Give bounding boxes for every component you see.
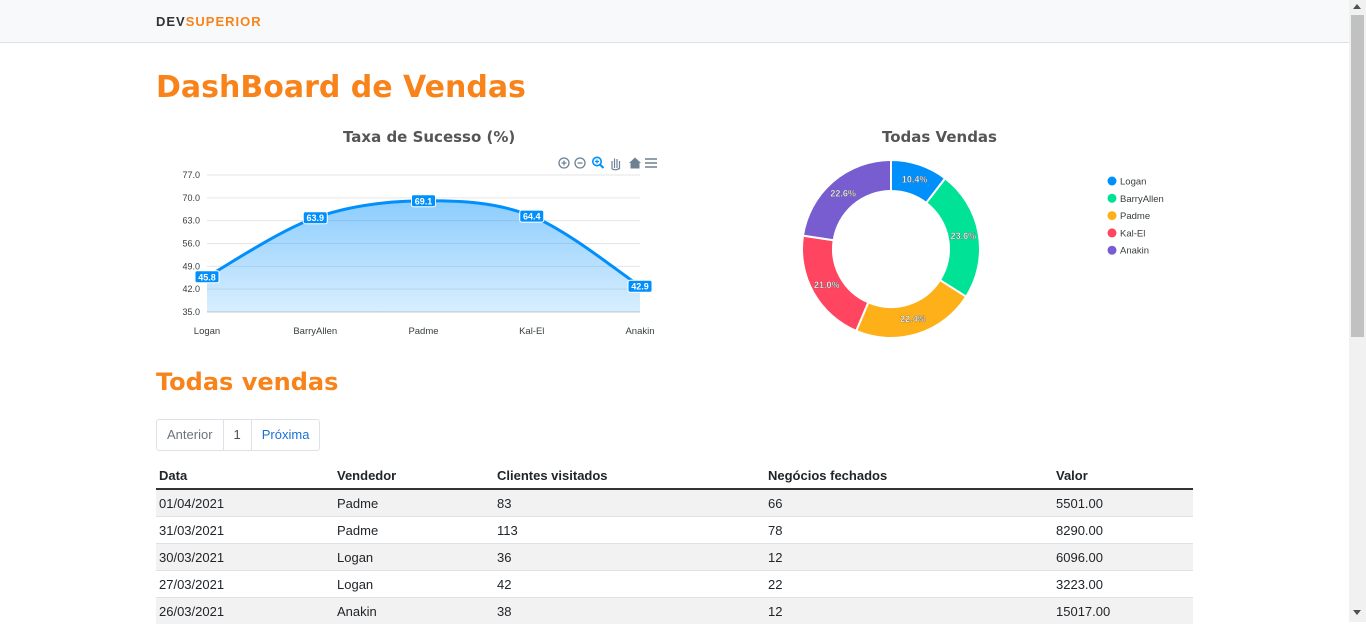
legend-marker [1108,228,1117,237]
line-chart-title: Taxa de Sucesso (%) [343,128,515,146]
donut-chart-title: Todas Vendas [882,128,997,146]
y-tick-label: 56.0 [182,239,200,249]
cell-data: 26/03/2021 [156,598,334,624]
vertical-scrollbar[interactable] [1349,0,1366,622]
cell-data: 31/03/2021 [156,517,334,544]
data-label: 63.9 [303,212,327,224]
data-label-text: 64.4 [523,212,541,222]
pagination-next[interactable]: Próxima [251,420,320,450]
data-label: 45.8 [195,271,219,283]
cell-clientes: 83 [494,489,765,517]
column-header-clientes[interactable]: Clientes visitados [494,462,765,489]
legend-label: Padme [1120,211,1150,222]
cell-clientes: 113 [494,517,765,544]
legend-marker [1108,177,1117,186]
column-header-negocios[interactable]: Negócios fechados [765,462,1053,489]
data-label: 42.9 [628,280,652,292]
cell-vendedor: Logan [334,571,494,598]
cell-vendedor: Logan [334,544,494,571]
cell-vendedor: Padme [334,517,494,544]
cell-data: 01/04/2021 [156,489,334,517]
y-tick-label: 49.0 [182,261,200,271]
cell-valor: 6096.00 [1053,544,1193,571]
legend-label: Anakin [1120,246,1149,257]
legend-marker [1108,211,1117,220]
column-header-vendedor[interactable]: Vendedor [334,462,494,489]
y-tick-label: 35.0 [182,307,200,317]
pagination-page-1[interactable]: 1 [223,420,251,450]
y-tick-label: 70.0 [182,193,200,203]
cell-vendedor: Anakin [334,598,494,624]
x-tick-label: BarryAllen [293,326,337,337]
data-label-text: 69.1 [415,196,433,206]
x-tick-label: Kal-El [519,326,544,337]
table-row: 27/03/2021 Logan 42 22 3223.00 [156,571,1193,598]
cell-negocios: 12 [765,544,1053,571]
sales-donut-chart: 10.4% 23.6% 22.4% 21.0% 22.6% Logan BarryAllen… [780,150,1180,350]
page-title: DashBoard de Vendas [156,70,526,105]
y-tick-label: 77.0 [182,170,200,180]
legend-label: BarryAllen [1120,194,1164,205]
slice-label: 10.4% [902,174,928,184]
pagination: Anterior 1 Próxima [156,419,320,451]
x-tick-label: Padme [408,326,438,337]
cell-negocios: 12 [765,598,1053,624]
y-tick-label: 42.0 [182,284,200,294]
table-header-row: Data Vendedor Clientes visitados Negócio… [156,462,1193,489]
slice-label: 22.6% [830,188,856,198]
sales-section-title: Todas vendas [156,368,338,396]
legend-label: Logan [1120,177,1146,188]
y-tick-label: 63.0 [182,216,200,226]
data-label-text: 42.9 [631,282,649,292]
column-header-valor[interactable]: Valor [1053,462,1193,489]
cell-vendedor: Padme [334,489,494,517]
sales-table: Data Vendedor Clientes visitados Negócio… [156,462,1193,624]
scroll-down-arrow-icon[interactable] [1353,610,1361,615]
cell-negocios: 22 [765,571,1053,598]
success-rate-chart: 77.0 70.0 63.0 56.0 49.0 42.0 35.0 45.8 Logan 63.… [150,165,665,345]
series-area [207,201,640,312]
table-row: 30/03/2021 Logan 36 12 6096.00 [156,544,1193,571]
cell-clientes: 36 [494,544,765,571]
slice-label: 23.6% [951,231,977,241]
data-label-text: 63.9 [306,213,324,223]
cell-clientes: 38 [494,598,765,624]
donut-slice [803,160,891,240]
cell-valor: 8290.00 [1053,517,1193,544]
data-label-text: 45.8 [198,272,216,282]
cell-valor: 3223.00 [1053,571,1193,598]
data-label: 64.4 [520,210,544,222]
cell-valor: 15017.00 [1053,598,1193,624]
cell-negocios: 66 [765,489,1053,517]
table-row: 26/03/2021 Anakin 38 12 15017.00 [156,598,1193,624]
legend-marker [1108,194,1117,203]
x-tick-label: Logan [194,326,220,337]
pagination-prev[interactable]: Anterior [157,420,223,450]
table-row: 01/04/2021 Padme 83 66 5501.00 [156,489,1193,517]
slice-label: 22.4% [900,314,926,324]
cell-data: 30/03/2021 [156,544,334,571]
cell-data: 27/03/2021 [156,571,334,598]
legend-marker [1108,246,1117,255]
table-row: 31/03/2021 Padme 113 78 8290.00 [156,517,1193,544]
legend-label: Kal-El [1120,228,1145,239]
donut-slice [856,280,966,338]
data-label: 69.1 [412,195,436,207]
cell-negocios: 78 [765,517,1053,544]
cell-clientes: 42 [494,571,765,598]
column-header-data[interactable]: Data [156,462,334,489]
cell-valor: 5501.00 [1053,489,1193,517]
navbar: DEVSUPERIOR [0,0,1349,43]
brand-logo[interactable]: DEVSUPERIOR [156,14,262,29]
scroll-up-arrow-icon[interactable] [1353,4,1361,9]
x-tick-label: Anakin [625,326,654,337]
scroll-thumb[interactable] [1351,15,1364,337]
slice-label: 21.0% [814,280,840,290]
